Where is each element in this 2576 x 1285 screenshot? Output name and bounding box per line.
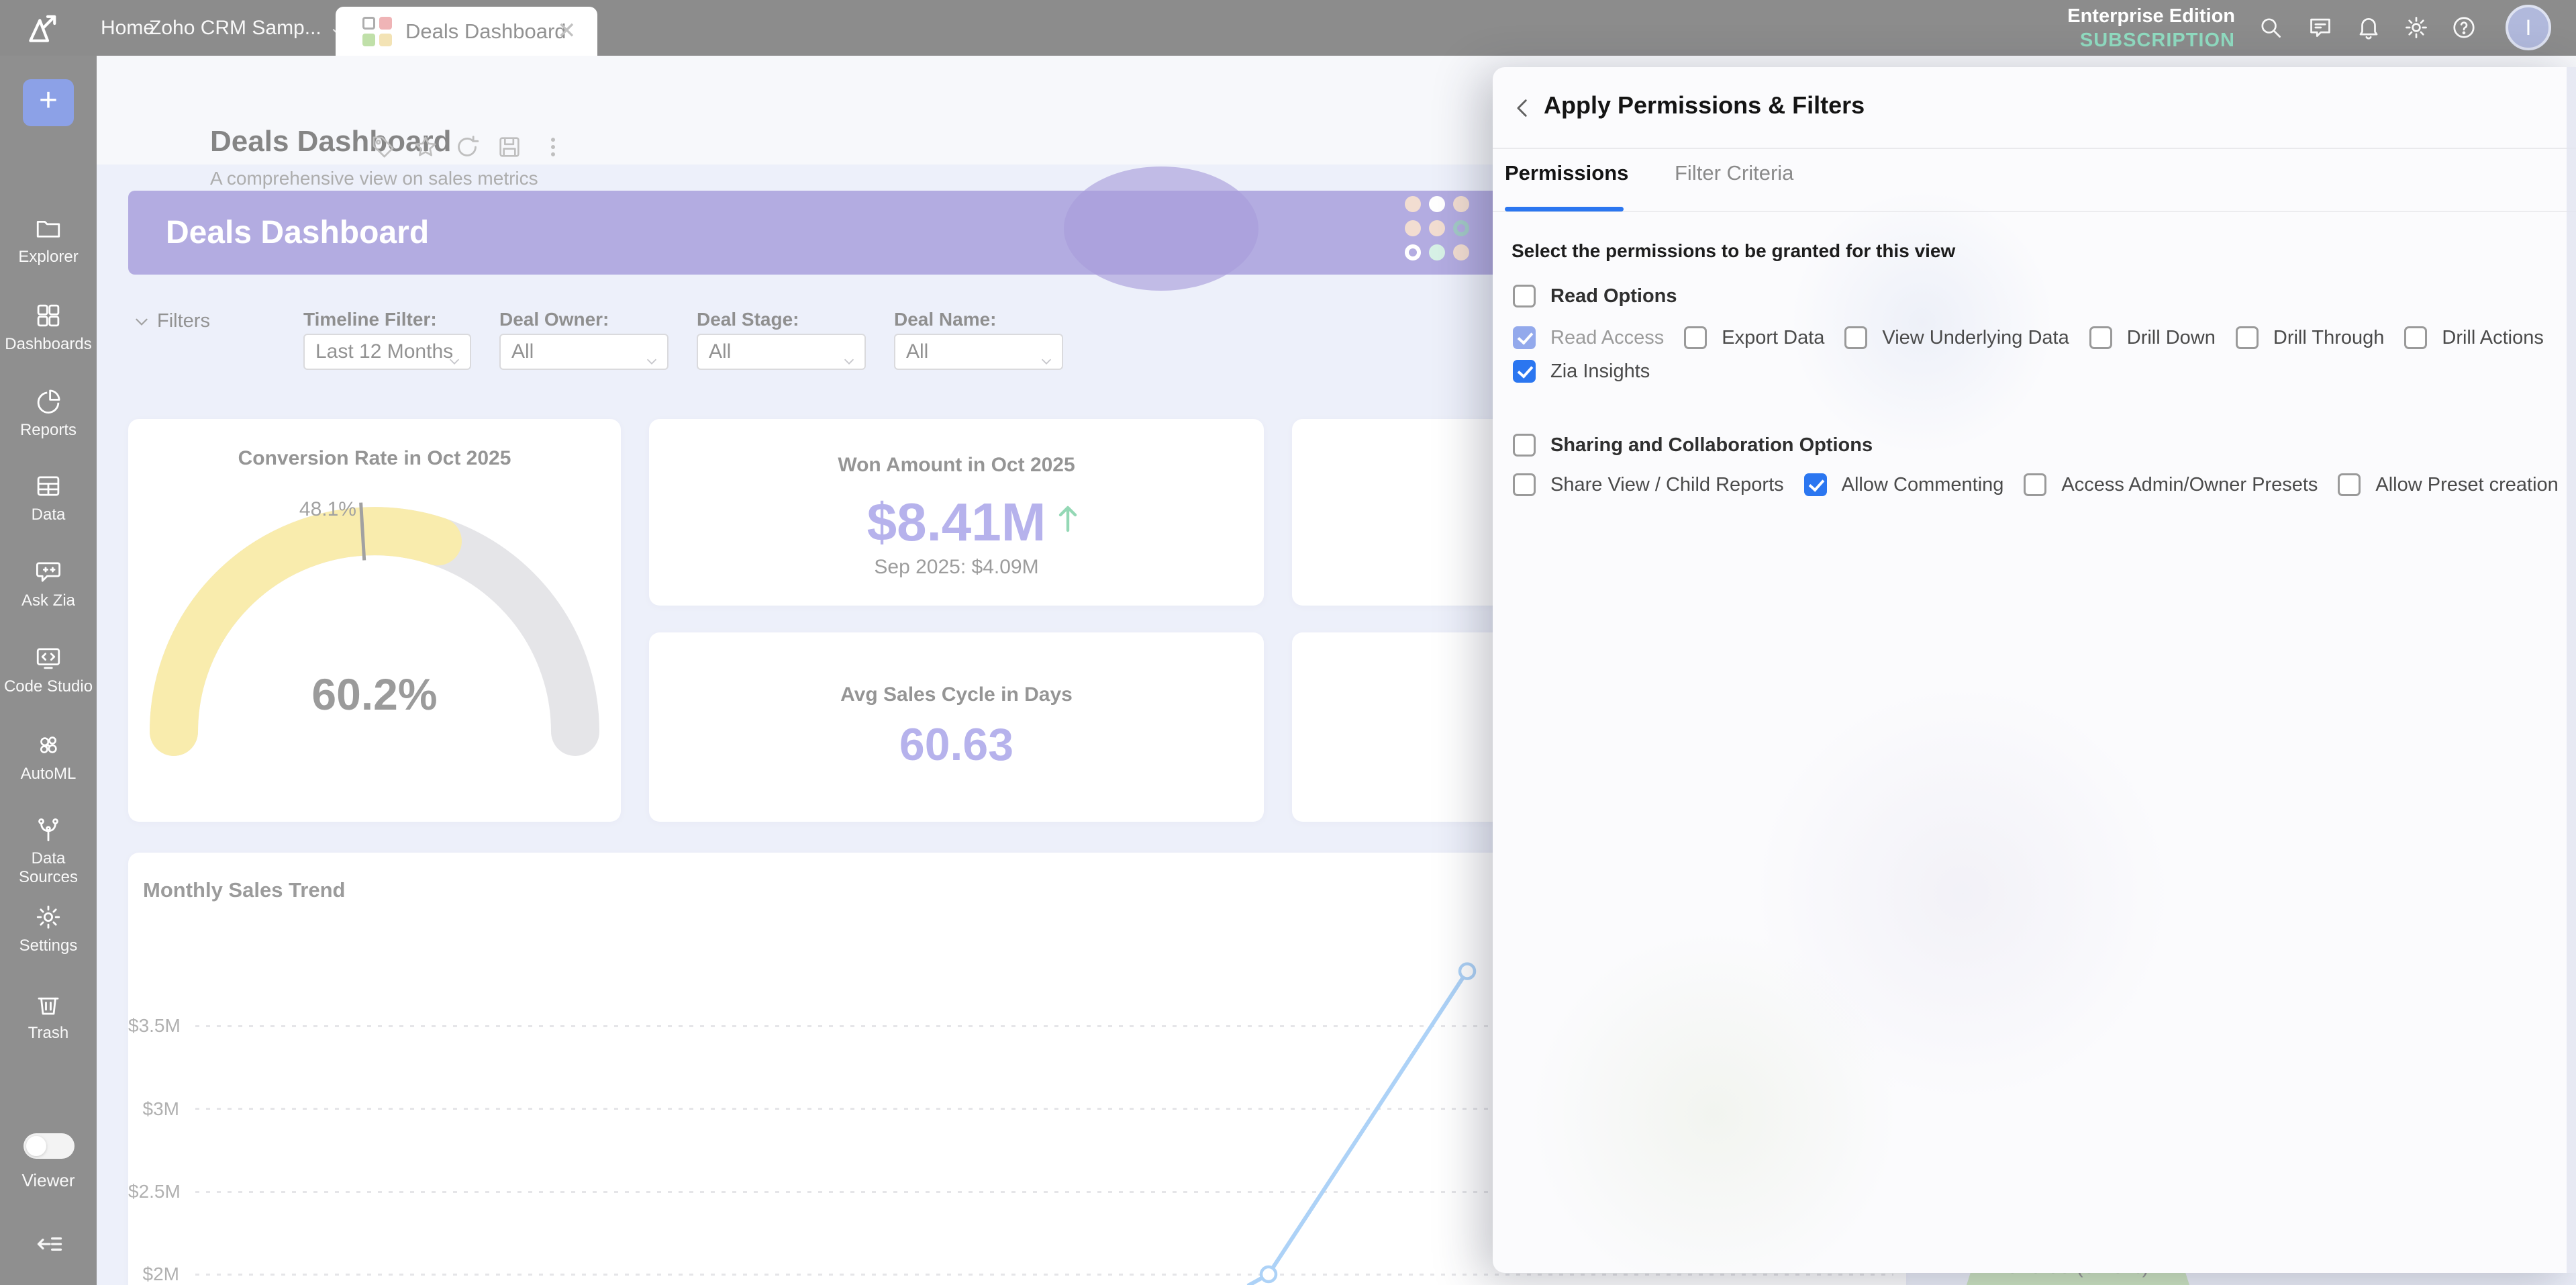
checkbox-box[interactable]	[1513, 434, 1536, 457]
checkbox-read-options[interactable]: Read Options	[1513, 285, 1677, 307]
app-window: Home Zoho CRM Samp... ⌄ Deals Dashboard …	[0, 0, 2576, 1285]
panel-title: Apply Permissions & Filters	[1544, 91, 1865, 120]
active-tab-underline	[1505, 207, 1624, 211]
checkbox-box[interactable]	[1513, 285, 1536, 307]
checkbox-box[interactable]	[1684, 326, 1707, 349]
checkbox-drill-actions[interactable]: Drill Actions	[2404, 326, 2544, 349]
tab-permissions[interactable]: Permissions	[1505, 161, 1628, 185]
checkbox-box[interactable]	[2338, 473, 2361, 496]
checkbox-drill-through[interactable]: Drill Through	[2236, 326, 2384, 349]
read-permissions-row: Read Access Export Data View Underlying …	[1513, 326, 2544, 349]
divider	[1493, 148, 2576, 149]
checkbox-read-access[interactable]: Read Access	[1513, 326, 1664, 349]
checkbox-sharing-options[interactable]: Sharing and Collaboration Options	[1513, 434, 1873, 457]
checkbox-box[interactable]	[2404, 326, 2427, 349]
checkbox-box[interactable]	[1844, 326, 1867, 349]
checkbox-view-underlying-data[interactable]: View Underlying Data	[1844, 326, 2069, 349]
checkbox-box[interactable]	[2024, 473, 2046, 496]
divider	[1493, 211, 2576, 212]
sharing-section-row: Sharing and Collaboration Options	[1513, 434, 1873, 457]
checkbox-box[interactable]	[1513, 473, 1536, 496]
checkbox-box[interactable]	[1513, 360, 1536, 383]
checkbox-export-data[interactable]: Export Data	[1684, 326, 1824, 349]
checkbox-box[interactable]	[2236, 326, 2259, 349]
checkbox-box[interactable]	[1513, 326, 1536, 349]
scrollbar-track[interactable]	[2567, 67, 2576, 1273]
checkbox-zia-insights[interactable]: Zia Insights	[1513, 360, 1650, 383]
checkbox-allow-commenting[interactable]: Allow Commenting	[1804, 473, 2004, 496]
checkbox-drill-down[interactable]: Drill Down	[2089, 326, 2216, 349]
checkbox-box[interactable]	[2089, 326, 2112, 349]
checkbox-access-admin-owner-presets[interactable]: Access Admin/Owner Presets	[2024, 473, 2318, 496]
apply-permissions-panel: Apply Permissions & Filters Permissions …	[1493, 67, 2576, 1273]
panel-instruction: Select the permissions to be granted for…	[1512, 240, 1955, 262]
checkbox-box[interactable]	[1804, 473, 1827, 496]
checkbox-share-view-child-reports[interactable]: Share View / Child Reports	[1513, 473, 1784, 496]
zia-insights-row: Zia Insights	[1513, 360, 1650, 383]
read-options-section-row: Read Options	[1513, 285, 1677, 307]
back-arrow-icon[interactable]	[1512, 91, 1534, 125]
checkbox-allow-preset-creation[interactable]: Allow Preset creation	[2338, 473, 2558, 496]
sharing-permissions-row: Share View / Child Reports Allow Comment…	[1513, 473, 2559, 496]
tab-filter-criteria[interactable]: Filter Criteria	[1675, 161, 1793, 185]
